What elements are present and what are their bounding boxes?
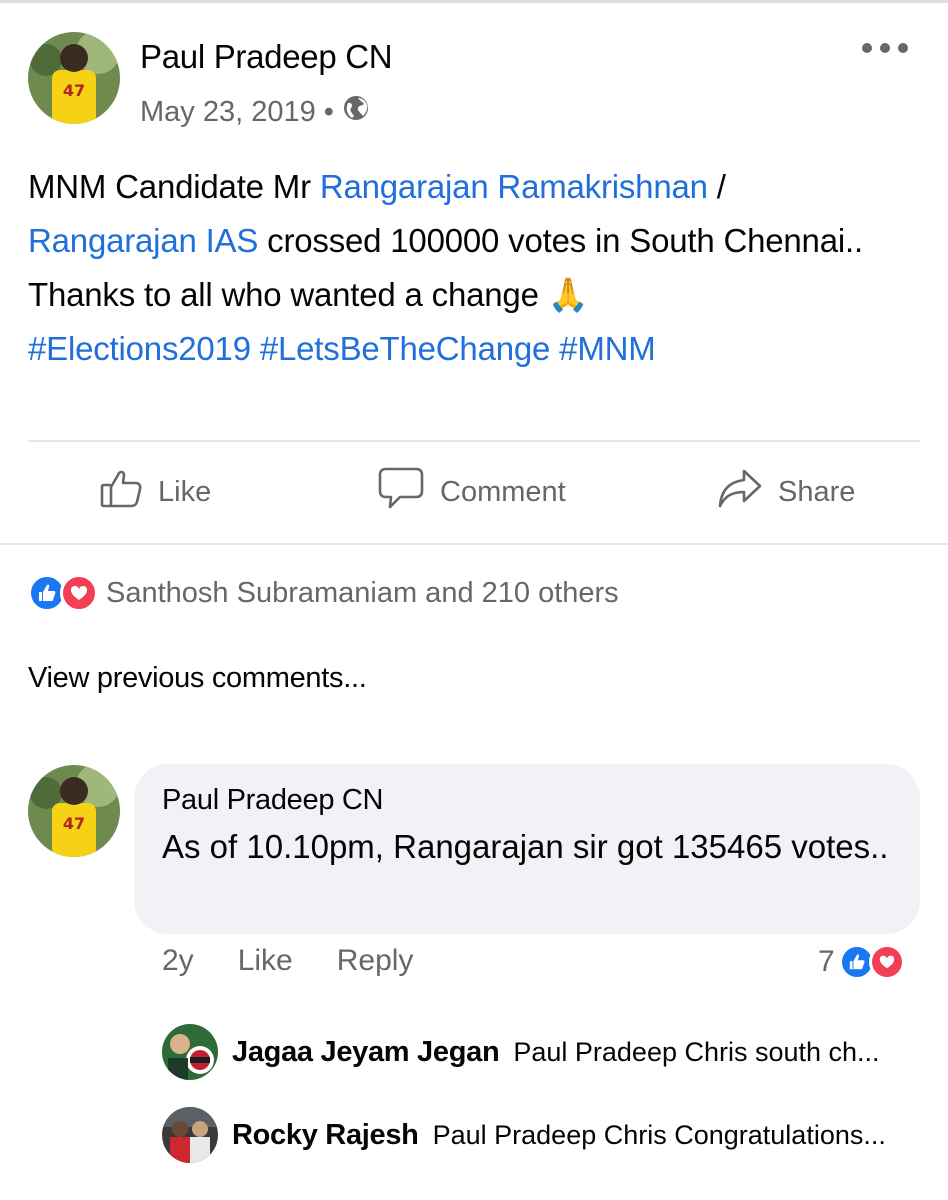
globe-icon xyxy=(342,94,370,130)
top-divider xyxy=(0,0,948,3)
reply-author-name[interactable]: Jagaa Jeyam Jegan xyxy=(232,1036,500,1069)
reaction-icons xyxy=(28,574,98,612)
like-button[interactable]: Like xyxy=(98,462,211,522)
reply-item[interactable]: Jagaa Jeyam Jegan Paul Pradeep Chris sou… xyxy=(162,1024,880,1080)
reply-author-name[interactable]: Rocky Rajesh xyxy=(232,1119,419,1152)
share-button[interactable]: Share xyxy=(716,462,855,522)
comment-bubble-icon xyxy=(376,465,426,519)
share-arrow-icon xyxy=(716,465,764,519)
love-reaction-icon xyxy=(868,944,905,980)
comment-timestamp[interactable]: 2y xyxy=(162,944,194,978)
comment-like-button[interactable]: Like xyxy=(238,944,293,978)
commenter-avatar[interactable]: 47 xyxy=(28,765,120,857)
post-date[interactable]: May 23, 2019 • xyxy=(140,96,334,129)
svg-text:47: 47 xyxy=(63,81,85,100)
post-author-name[interactable]: Paul Pradeep CN xyxy=(140,38,393,76)
svg-text:47: 47 xyxy=(63,814,85,833)
divider xyxy=(28,440,920,442)
thumbs-up-icon xyxy=(98,465,144,519)
post-text-part: MNM Candidate Mr xyxy=(28,168,320,205)
view-previous-comments-link[interactable]: View previous comments... xyxy=(28,662,367,695)
folded-hands-emoji: 🙏 xyxy=(547,276,589,313)
reply-item[interactable]: Rocky Rajesh Paul Pradeep Chris Congratu… xyxy=(162,1107,886,1163)
share-label: Share xyxy=(778,475,856,508)
reply-text: Paul Pradeep Chris Congratulations... xyxy=(432,1119,886,1150)
reactions-text: Santhosh Subramaniam and 210 others xyxy=(106,576,619,609)
divider xyxy=(0,543,948,545)
hashtag-link[interactable]: #LetsBeTheChange xyxy=(260,330,551,367)
comment-actions: 2y Like Reply xyxy=(162,944,413,978)
hashtag-link[interactable]: #Elections2019 xyxy=(28,330,251,367)
comment-reaction-icons xyxy=(838,944,905,980)
post-text-part: crossed 100000 votes in South Chennai.. xyxy=(258,222,863,259)
reply-avatar[interactable] xyxy=(162,1107,218,1163)
comment-reactions[interactable]: 7 xyxy=(818,944,905,980)
post-text-line: Thanks to all who wanted a change xyxy=(28,276,539,313)
mention-link[interactable]: Rangarajan IAS xyxy=(28,222,258,259)
comment-button[interactable]: Comment xyxy=(376,462,566,522)
reply-avatar[interactable] xyxy=(162,1024,218,1080)
mention-link[interactable]: Rangarajan Ramakrishnan xyxy=(320,168,708,205)
comment-author-name[interactable]: Paul Pradeep CN xyxy=(162,784,892,817)
post-body: MNM Candidate Mr Rangarajan Ramakrishnan… xyxy=(28,160,908,376)
like-label: Like xyxy=(158,475,212,508)
post-meta: May 23, 2019 • xyxy=(140,94,370,130)
more-options-icon[interactable] xyxy=(862,38,908,58)
author-avatar[interactable]: 47 xyxy=(28,32,120,124)
comment-bubble: Paul Pradeep CN As of 10.10pm, Rangaraja… xyxy=(134,764,920,934)
love-reaction-icon xyxy=(60,574,98,612)
comment-reaction-count: 7 xyxy=(818,945,835,978)
post-text-part: / xyxy=(707,168,726,205)
comment-text: As of 10.10pm, Rangarajan sir got 135465… xyxy=(162,828,889,865)
hashtag-link[interactable]: #MNM xyxy=(559,330,656,367)
reactions-summary[interactable]: Santhosh Subramaniam and 210 others xyxy=(28,574,619,612)
comment-label: Comment xyxy=(440,475,566,508)
comment-reply-button[interactable]: Reply xyxy=(337,944,414,978)
reply-text: Paul Pradeep Chris south ch... xyxy=(513,1036,880,1067)
